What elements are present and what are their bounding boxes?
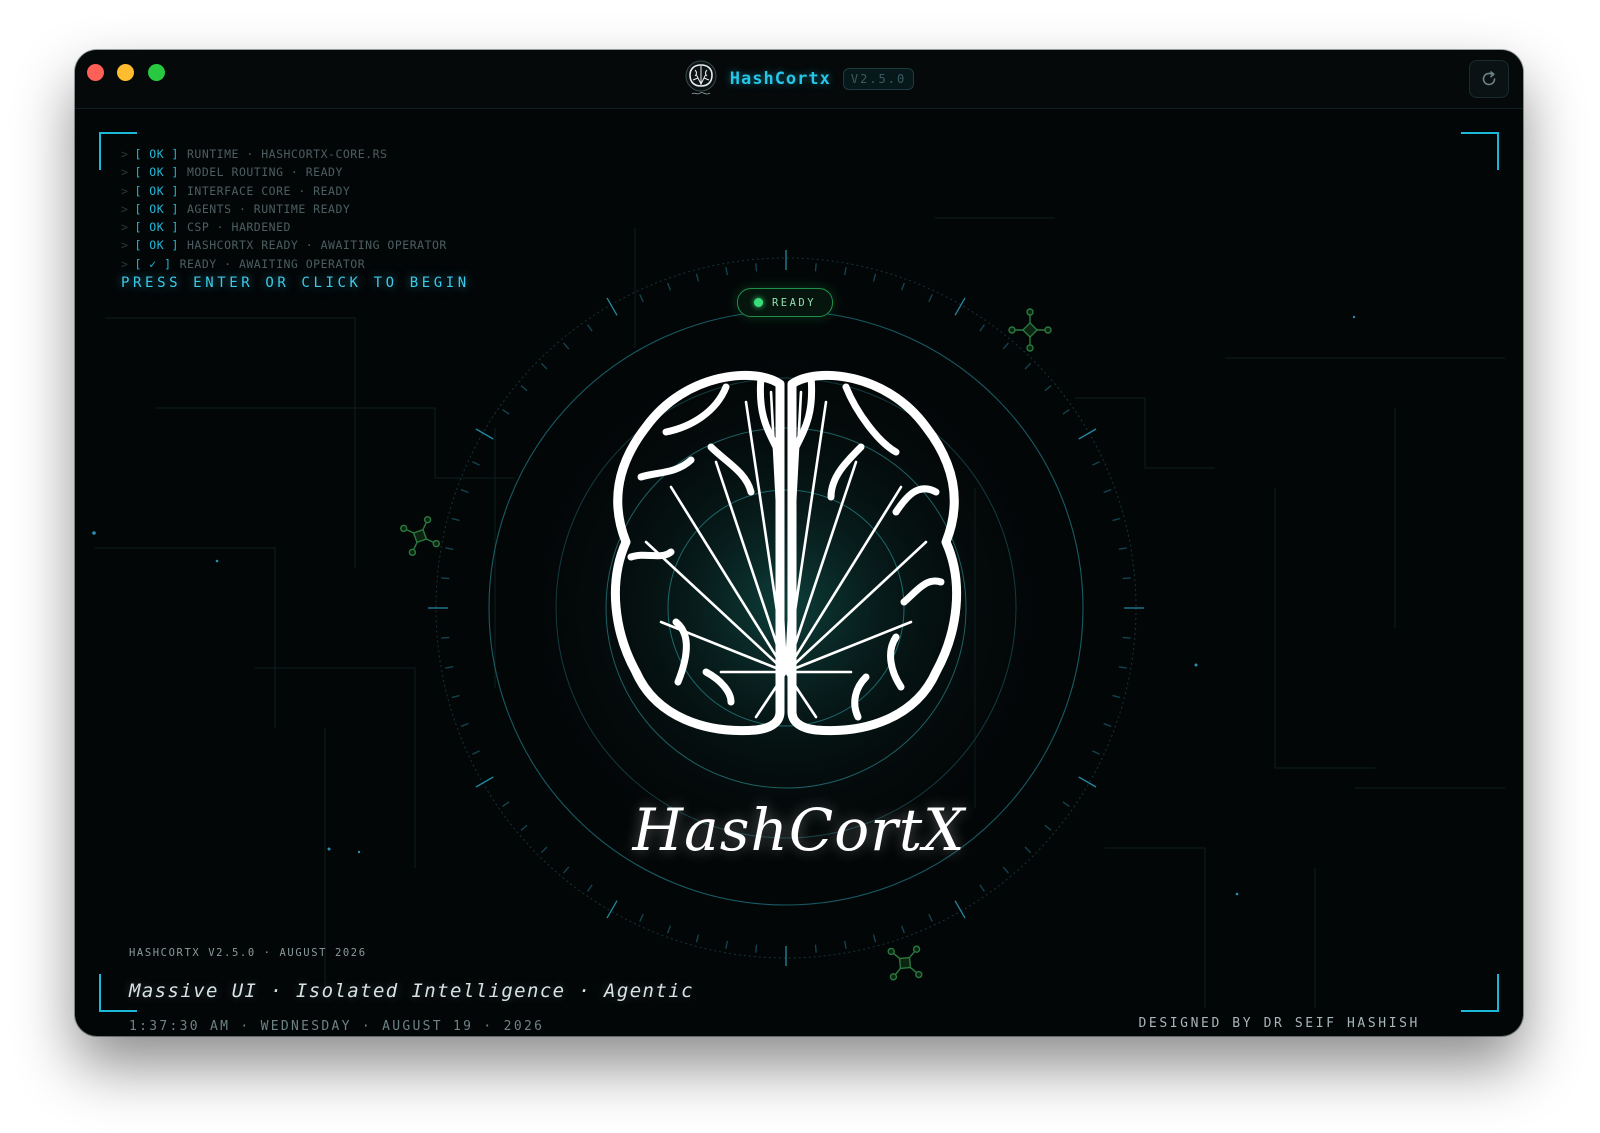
brain-icon — [685, 60, 717, 95]
ring-tick — [1002, 866, 1009, 874]
ring-tick — [451, 517, 460, 522]
boot-log-line: >[ OK ] RUNTIME · HASHCORTX-CORE.RS — [121, 147, 388, 161]
ring-tick — [1062, 409, 1070, 415]
ring-tick — [1044, 385, 1052, 392]
ring-tick — [900, 282, 905, 291]
ring-tick — [472, 461, 480, 466]
app-window: HashCortx V2.5.0 > [OK] RUNTIME · HASH… — [75, 50, 1523, 1036]
app-title: HashCortx — [729, 69, 831, 89]
ring-tick — [563, 342, 570, 350]
designer-credit: DESIGNED BY DR SEIF HASHISH — [1138, 1016, 1420, 1031]
ring-tick — [900, 925, 905, 934]
ring-tick — [1092, 750, 1100, 755]
ring-tick — [1112, 517, 1121, 522]
version-badge: V2.5.0 — [842, 68, 915, 90]
boot-log-line: >[ OK ] AGENTS · RUNTIME READY — [121, 201, 351, 216]
ring-tick — [1122, 636, 1131, 639]
ring-tick — [639, 294, 644, 302]
ring-tick — [441, 577, 450, 580]
ring-tick — [639, 914, 644, 922]
refresh-icon — [1482, 71, 1496, 86]
ring-tick — [1112, 694, 1121, 699]
boot-log: >[ OK ] RUNTIME · HASHCORTX-CORE.RS >[ OK… — [121, 145, 447, 273]
ring-tick — [695, 273, 700, 282]
tagline: Massive UI · Isolated Intelligence · Age… — [129, 980, 694, 1002]
ring-tick — [667, 925, 672, 934]
ring-tick — [441, 636, 450, 639]
ring-tick — [928, 294, 933, 302]
status-dot — [753, 298, 763, 307]
title-bar: HashCortx V2.5.0 — [75, 50, 1523, 109]
ring-tick — [472, 750, 480, 755]
ring-tick — [1024, 362, 1032, 370]
ring-tick — [844, 267, 847, 276]
boot-log-line: >[ ✓ ] READY · AWAITING OPERATOR — [121, 256, 366, 271]
refresh-button[interactable] — [1469, 60, 1509, 98]
ring-tick — [872, 934, 877, 943]
ring-tick — [667, 282, 672, 291]
ring-tick — [695, 934, 700, 943]
version-meta: HASHCORTX V2.5.0 · AUGUST 2026 — [129, 947, 367, 959]
ring-tick — [475, 776, 494, 788]
ring-tick — [814, 263, 817, 272]
boot-log-line: >[ OK ] INTERFACE CORE · READY — [121, 183, 351, 198]
boot-log-line: >[ OK ] CSP · HARDENED — [121, 220, 291, 235]
ring-tick — [445, 666, 454, 669]
ring-tick — [520, 385, 528, 392]
boot-log-line: >[ OK ] HASHCORTX READY · AWAITING OPERAT… — [121, 238, 447, 253]
hud-corner-top-right — [1461, 132, 1499, 170]
ring-tick — [1092, 461, 1100, 466]
ring-tick — [563, 866, 570, 874]
ring-tick — [460, 722, 469, 727]
ring-tick — [1118, 547, 1127, 550]
begin-prompt[interactable]: PRESS ENTER OR CLICK TO BEGIN — [121, 275, 470, 291]
status-label: READY — [771, 296, 817, 309]
app-brand: HashCortx V2.5.0 — [75, 50, 1523, 108]
ring-tick — [954, 297, 966, 316]
boot-log-line: >[ OK ] MODEL ROUTING · READY — [121, 165, 343, 180]
ring-tick — [460, 489, 469, 494]
ring-tick — [979, 884, 985, 892]
ring-tick — [814, 944, 817, 953]
status-badge: READY — [737, 288, 833, 317]
ring-tick — [587, 884, 593, 892]
ring-tick — [1002, 342, 1009, 350]
ring-tick — [1118, 666, 1127, 669]
ring-tick — [844, 940, 847, 949]
ring-tick — [502, 409, 510, 415]
ring-tick — [979, 324, 985, 332]
logo-wordmark: HashCortX — [632, 796, 966, 864]
ring-tick — [755, 944, 758, 953]
ring-tick — [1103, 722, 1112, 727]
ring-tick — [725, 267, 728, 276]
splash-stage[interactable]: >[ OK ] RUNTIME · HASHCORTX-CORE.RS >[ OK… — [75, 108, 1523, 1036]
ring-tick — [872, 273, 877, 282]
ring-tick — [928, 914, 933, 922]
ring-tick — [755, 263, 758, 272]
ring-tick — [954, 900, 966, 919]
ring-tick — [587, 324, 593, 332]
ring-tick — [1122, 577, 1131, 580]
clock: 1:37:30 AM · WEDNESDAY · AUGUST 19 · 202… — [129, 1019, 545, 1034]
ring-tick — [606, 297, 618, 316]
ring-tick — [540, 362, 548, 370]
ring-tick — [1103, 489, 1112, 494]
ring-tick — [451, 694, 460, 699]
ring-tick — [445, 547, 454, 550]
ring-tick — [725, 940, 728, 949]
hud-corner-bottom-right — [1461, 974, 1499, 1012]
